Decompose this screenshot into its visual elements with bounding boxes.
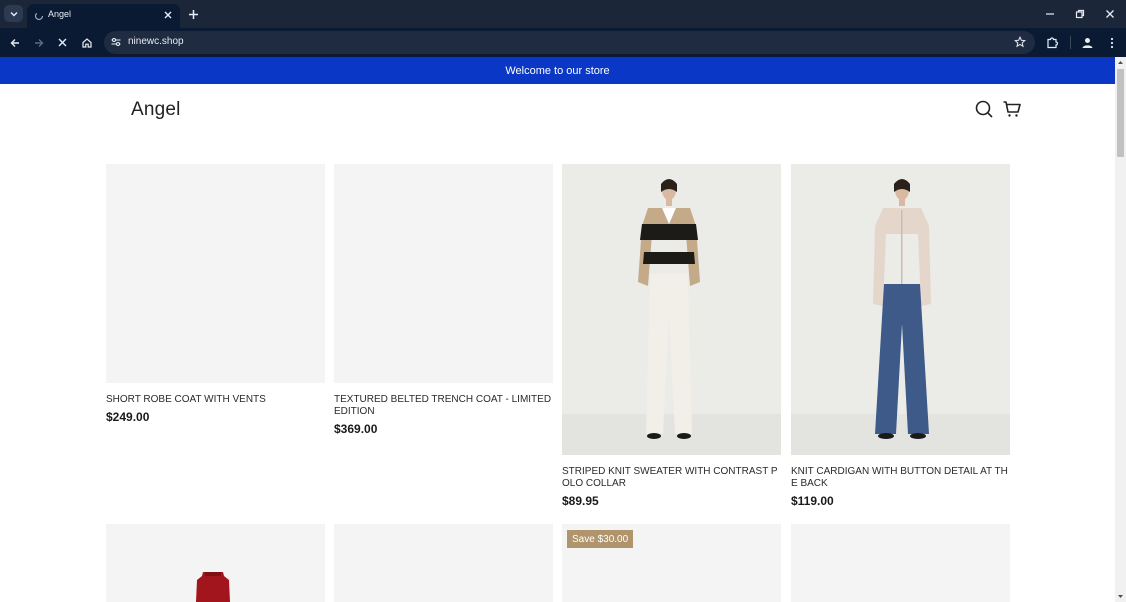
search-icon[interactable] (974, 99, 994, 119)
product-title[interactable]: TEXTURED BELTED TRENCH COAT - LIMITED ED… (334, 394, 553, 418)
restore-button[interactable] (1073, 7, 1087, 21)
bookmark-star-icon[interactable] (1014, 36, 1026, 48)
close-tab-icon[interactable] (162, 9, 174, 21)
cart-icon[interactable] (1002, 99, 1022, 119)
store-logo[interactable]: Angel (131, 99, 181, 121)
scroll-down-icon[interactable] (1117, 593, 1124, 600)
scroll-thumb[interactable] (1117, 69, 1124, 157)
page-scrollbar[interactable] (1115, 57, 1126, 602)
product-price: $249.00 (106, 410, 150, 424)
toolbar-divider (1070, 36, 1071, 49)
model-cardigan-image (791, 164, 1010, 455)
product-title[interactable]: STRIPED KNIT SWEATER WITH CONTRAST POLO … (562, 466, 781, 490)
sale-badge: Save $30.00 (567, 530, 634, 548)
home-icon (81, 37, 92, 48)
product-image-placeholder[interactable] (334, 524, 553, 602)
stop-loading-button[interactable] (55, 35, 70, 50)
close-window-button[interactable] (1103, 7, 1117, 21)
product-image-placeholder[interactable] (791, 524, 1010, 602)
product-image[interactable] (562, 164, 781, 455)
puzzle-icon (1047, 37, 1059, 49)
tab-angel[interactable]: Angel (27, 4, 180, 28)
close-icon (58, 38, 67, 47)
browser-menu-button[interactable] (1104, 35, 1119, 50)
more-vertical-icon (1110, 37, 1113, 48)
new-tab-button[interactable] (186, 7, 200, 21)
plus-icon (188, 9, 198, 19)
minimize-button[interactable] (1043, 7, 1057, 21)
address-bar[interactable]: ninewc.shop (104, 31, 1035, 54)
forward-button[interactable] (31, 35, 46, 50)
web-page: Welcome to our store Angel SHORT ROBE CO… (0, 57, 1115, 602)
minimize-icon (1046, 13, 1054, 15)
product-image[interactable] (106, 524, 325, 602)
chevron-down-icon (10, 11, 17, 16)
announcement-bar: Welcome to our store (0, 57, 1115, 84)
model-striped-sweater-image (562, 164, 781, 455)
person-icon (1082, 38, 1093, 48)
product-title[interactable]: KNIT CARDIGAN WITH BUTTON DETAIL AT THE … (791, 466, 1010, 490)
browser-toolbar: ninewc.shop (0, 28, 1126, 57)
profile-button[interactable] (1080, 35, 1095, 50)
product-price: $119.00 (791, 494, 834, 508)
site-settings-icon[interactable] (110, 36, 122, 48)
scroll-up-icon[interactable] (1117, 59, 1124, 66)
product-price: $89.95 (562, 494, 599, 508)
product-title[interactable]: SHORT ROBE COAT WITH VENTS (106, 394, 325, 406)
home-button[interactable] (79, 35, 94, 50)
product-image-placeholder[interactable] (106, 164, 325, 383)
arrow-right-icon (34, 38, 43, 47)
back-button[interactable] (7, 35, 22, 50)
tab-title: Angel (48, 9, 72, 19)
restore-icon (1075, 9, 1085, 19)
product-price: $369.00 (334, 422, 378, 436)
announcement-text: Welcome to our store (505, 64, 610, 77)
tab-search-button[interactable] (4, 5, 23, 22)
extensions-button[interactable] (1045, 35, 1060, 50)
red-product-image (106, 524, 325, 602)
loading-favicon-icon (34, 11, 44, 21)
close-icon (1106, 10, 1114, 18)
tab-strip: Angel (0, 0, 1126, 28)
url-text: ninewc.shop (128, 36, 184, 47)
product-image-placeholder[interactable] (334, 164, 553, 383)
arrow-left-icon (10, 38, 19, 47)
product-image[interactable] (791, 164, 1010, 455)
